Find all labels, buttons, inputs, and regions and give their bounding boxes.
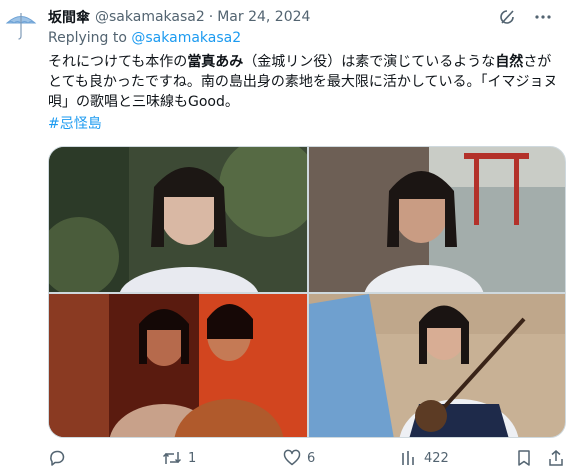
author-handle[interactable]: @sakamakasa2: [95, 9, 205, 25]
photo-3[interactable]: [49, 294, 307, 437]
header-separator: ·: [208, 9, 214, 25]
text-segment-1: それにつけても本作の: [48, 54, 188, 70]
reply-icon: [48, 449, 66, 467]
like-count: 6: [307, 450, 316, 466]
retweet-icon: [162, 449, 182, 467]
bookmark-button[interactable]: [516, 449, 532, 467]
replying-to-label: Replying to: [48, 30, 127, 46]
retweet-button[interactable]: 1: [162, 449, 196, 467]
header-icons: [498, 8, 552, 26]
replying-to-mention[interactable]: @sakamakasa2: [131, 30, 241, 46]
umbrella-avatar-icon: [4, 8, 38, 42]
tweet-text: それにつけても本作の當真あみ（金城リン役）は素で演じているような自然さがとても良…: [48, 52, 558, 112]
author-avatar[interactable]: [4, 8, 38, 42]
tweet-date[interactable]: Mar 24, 2024: [217, 9, 310, 25]
share-button[interactable]: [548, 449, 564, 467]
photo-2[interactable]: [309, 147, 565, 292]
hashtag-link[interactable]: #忌怪島: [48, 113, 102, 133]
reply-button[interactable]: [48, 449, 72, 467]
share-icon: [548, 449, 564, 467]
views-button[interactable]: 422: [400, 449, 449, 467]
like-icon: [283, 449, 301, 467]
views-count: 422: [424, 450, 449, 466]
text-bold-name: 當真あみ: [187, 54, 244, 70]
media-grid: [48, 146, 566, 438]
retweet-count: 1: [188, 450, 197, 466]
author-display-name[interactable]: 坂間傘: [48, 7, 90, 27]
replying-to-line: Replying to @sakamakasa2: [48, 30, 241, 46]
action-bar: 1 6 422: [48, 449, 566, 469]
text-bold-natural: 自然: [495, 54, 524, 70]
views-icon: [400, 449, 418, 467]
text-segment-2: （金城リン役）は素で演じているような: [243, 54, 496, 70]
photo-4[interactable]: [309, 294, 565, 437]
photo-1[interactable]: [49, 147, 307, 292]
bookmark-icon: [516, 449, 532, 467]
tweet-header: 坂間傘 @sakamakasa2 · Mar 24, 2024: [48, 7, 310, 27]
like-button[interactable]: 6: [283, 449, 315, 467]
grok-icon[interactable]: [498, 8, 516, 26]
more-icon[interactable]: [534, 8, 552, 26]
